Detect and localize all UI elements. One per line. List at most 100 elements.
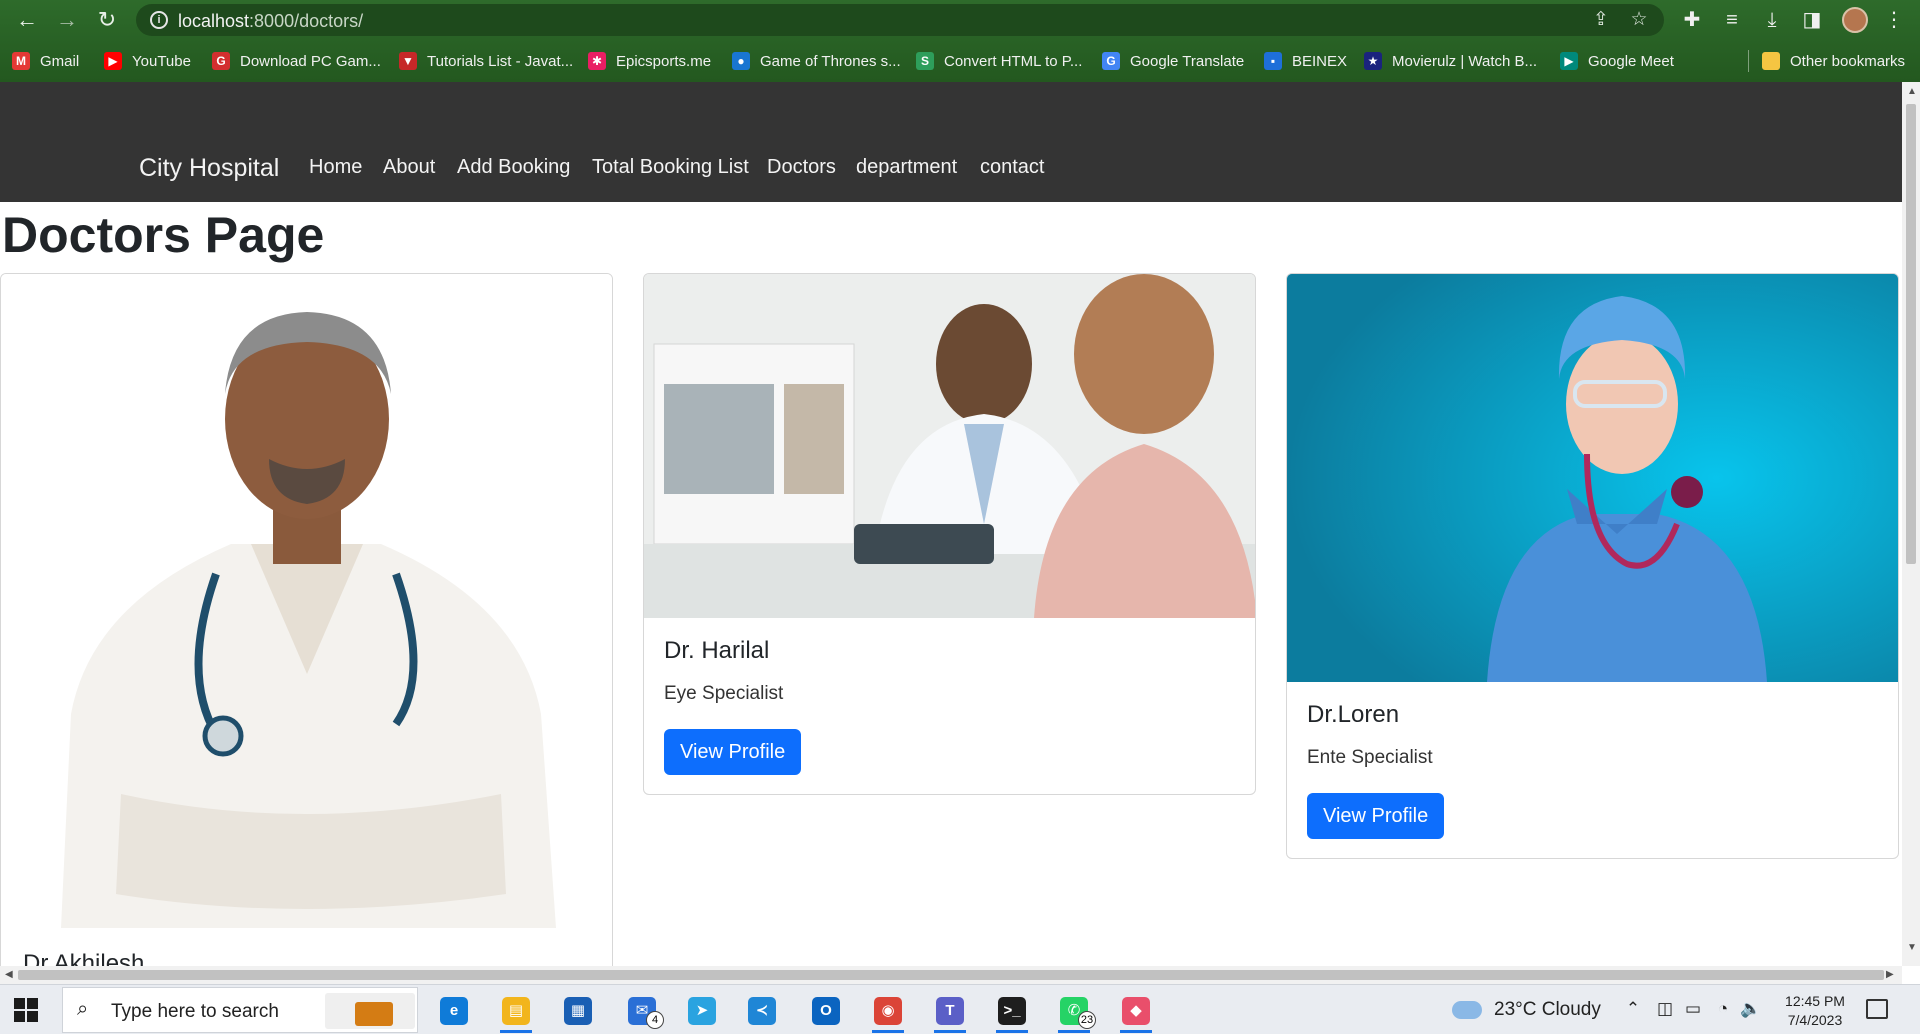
bookmark-item[interactable]: ★ Movierulz | Watch B... (1364, 50, 1537, 72)
nav-link-about[interactable]: About (383, 156, 435, 179)
horizontal-scroll-thumb[interactable] (18, 970, 1884, 980)
app-glyph: T (936, 997, 964, 1025)
other-bookmarks-label: Other bookmarks (1790, 52, 1906, 70)
taskbar-search-box[interactable]: ⌕ Type here to search (62, 987, 418, 1033)
bookmark-item[interactable]: ▶ Google Meet (1560, 50, 1674, 72)
brand-link[interactable]: City Hospital (139, 154, 279, 183)
edge-app-icon[interactable]: e (432, 991, 476, 1029)
vertical-scroll-thumb[interactable] (1906, 104, 1916, 564)
game-download-icon: G (212, 52, 230, 70)
bookmark-label: Game of Thrones s... (760, 52, 901, 70)
bookmark-label: Google Translate (1130, 52, 1245, 70)
clock-time: 12:45 PM (1785, 993, 1845, 1009)
beinex-icon: ▪ (1264, 52, 1282, 70)
nav-link-doctors[interactable]: Doctors (767, 156, 836, 179)
scroll-up-arrow-icon[interactable]: ▲ (1907, 86, 1917, 97)
forward-arrow-icon[interactable]: → (52, 6, 82, 34)
view-profile-button-harilal[interactable]: View Profile (664, 729, 802, 775)
terminal-app-icon[interactable]: >_ (990, 991, 1034, 1033)
side-panel-icon[interactable]: ◨ (1798, 6, 1826, 34)
url-path: :8000/doctors/ (249, 11, 364, 31)
telegram-app-icon[interactable]: ➤ (680, 991, 724, 1029)
wifi-icon[interactable]: ◔ (1712, 999, 1734, 1019)
bookmark-item[interactable]: G Download PC Gam... (212, 50, 381, 72)
chrome-app-icon[interactable]: ◉ (866, 991, 910, 1033)
app-glyph: e (440, 997, 468, 1025)
app-glyph: O (812, 997, 840, 1025)
page-viewport: City Hospital Home About Add Booking Tot… (0, 82, 1902, 966)
app-glyph: ◉ (874, 997, 902, 1025)
teams-app-icon[interactable]: T (928, 991, 972, 1033)
clock-date: 7/4/2023 (1787, 1012, 1843, 1028)
bookmark-item[interactable]: M Gmail (12, 50, 79, 72)
doctor-card-loren: Dr.Loren Ente Specialist View Profile (1286, 273, 1899, 859)
outlook-app-icon[interactable]: O (804, 991, 848, 1029)
meet-now-icon[interactable]: ◫ (1654, 999, 1676, 1019)
javatpoint-icon: ▼ (399, 52, 417, 70)
doctor-name-akhilesh: Dr.Akhilesh (23, 950, 145, 966)
store-app-icon[interactable]: ▦ (556, 991, 600, 1029)
bookmark-label: Google Meet (1588, 52, 1674, 70)
kebab-menu-icon[interactable]: ⋮ (1880, 6, 1908, 34)
windows-start-icon[interactable] (14, 998, 38, 1022)
doctor-photo-loren (1287, 274, 1898, 682)
view-profile-button-loren[interactable]: View Profile (1307, 793, 1445, 839)
horizontal-scrollbar[interactable]: ◀ ▶ (0, 966, 1902, 984)
url-text[interactable]: localhost:8000/doctors/ (178, 11, 363, 32)
browser-chrome: ← → ↻ i localhost:8000/doctors/ ⇪ ☆ ✚ ≡ … (0, 0, 1920, 82)
address-bar[interactable]: i localhost:8000/doctors/ ⇪ ☆ (136, 4, 1664, 36)
convert-icon: S (916, 52, 934, 70)
system-clock[interactable]: 12:45 PM 7/4/2023 (1774, 992, 1856, 1030)
file-explorer-app-icon[interactable]: ▤ (494, 991, 538, 1033)
app-badge: 4 (646, 1011, 664, 1029)
tray-chevron-icon[interactable]: ⌃ (1622, 999, 1644, 1019)
nav-link-department[interactable]: department (856, 156, 957, 179)
other-bookmarks[interactable]: Other bookmarks (1762, 50, 1905, 72)
bookmark-star-icon[interactable]: ☆ (1626, 8, 1652, 32)
doctor-photo-harilal (644, 274, 1255, 618)
nav-link-home[interactable]: Home (309, 156, 362, 179)
git-app-icon[interactable]: ◆ (1114, 991, 1158, 1033)
whatsapp-app-icon[interactable]: ✆ 23 (1052, 991, 1096, 1033)
profile-avatar[interactable] (1842, 7, 1868, 33)
bookmark-label: Download PC Gam... (240, 52, 381, 70)
mail-app-icon[interactable]: ✉ 4 (620, 991, 664, 1029)
bookmark-item[interactable]: ✱ Epicsports.me (588, 50, 711, 72)
app-glyph: ≺ (748, 997, 776, 1025)
bookmark-item[interactable]: ● Game of Thrones s... (732, 50, 901, 72)
globe-icon: ● (732, 52, 750, 70)
nav-link-contact[interactable]: contact (980, 156, 1044, 179)
bookmark-item[interactable]: ▼ Tutorials List - Javat... (399, 50, 573, 72)
youtube-icon: ▶ (104, 52, 122, 70)
vscode-app-icon[interactable]: ≺ (740, 991, 784, 1029)
bookmark-item[interactable]: S Convert HTML to P... (916, 50, 1082, 72)
download-icon[interactable]: ⤓ (1758, 6, 1786, 34)
app-glyph: ▦ (564, 997, 592, 1025)
site-info-icon[interactable]: i (150, 11, 168, 29)
scroll-right-arrow-icon[interactable]: ▶ (1886, 969, 1894, 980)
bookmark-label: BEINEX (1292, 52, 1348, 70)
volume-icon[interactable]: 🔈 (1740, 999, 1762, 1019)
battery-icon[interactable]: ▭ (1682, 999, 1704, 1019)
bookmark-item[interactable]: G Google Translate (1102, 50, 1244, 72)
weather-widget[interactable]: 23°C Cloudy (1452, 999, 1601, 1021)
app-glyph: ▤ (502, 997, 530, 1025)
scroll-left-arrow-icon[interactable]: ◀ (5, 969, 13, 980)
share-icon[interactable]: ⇪ (1588, 8, 1614, 32)
reading-list-icon[interactable]: ≡ (1718, 6, 1746, 34)
nav-link-total-booking-list[interactable]: Total Booking List (592, 156, 749, 179)
bookmark-item[interactable]: ▪ BEINEX (1264, 50, 1347, 72)
nav-link-add-booking[interactable]: Add Booking (457, 156, 570, 179)
bookmark-label: YouTube (132, 52, 191, 70)
bookmark-item[interactable]: ▶ YouTube (104, 50, 191, 72)
extensions-puzzle-icon[interactable]: ✚ (1678, 6, 1706, 34)
bookmark-label: Movierulz | Watch B... (1392, 52, 1538, 70)
notification-center-icon[interactable] (1866, 999, 1888, 1019)
reload-icon[interactable]: ↻ (92, 6, 122, 34)
search-icon: ⌕ (77, 998, 89, 1020)
movierulz-icon: ★ (1364, 52, 1382, 70)
vertical-scrollbar[interactable]: ▲ ▼ (1902, 82, 1920, 966)
scroll-down-arrow-icon[interactable]: ▼ (1907, 942, 1917, 953)
back-arrow-icon[interactable]: ← (12, 6, 42, 34)
bookmark-label: Gmail (40, 52, 80, 70)
